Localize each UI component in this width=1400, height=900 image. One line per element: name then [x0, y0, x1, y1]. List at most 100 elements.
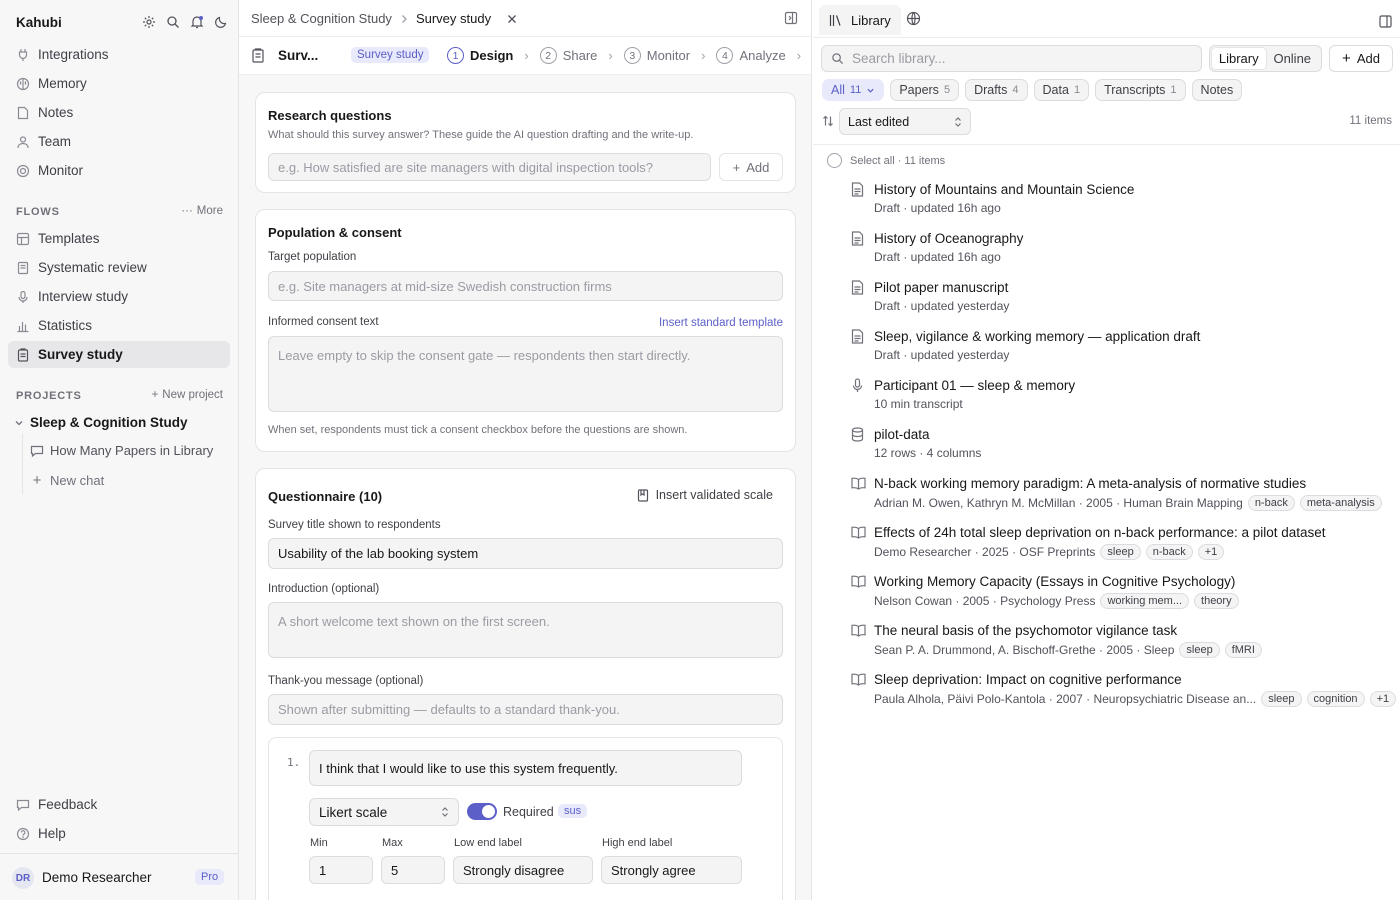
survey-name[interactable]: Surv... — [278, 48, 318, 63]
library-search-input[interactable]: Search library... — [821, 45, 1202, 72]
chip-data[interactable]: Data 1 — [1033, 79, 1090, 101]
plus-icon: + — [1342, 50, 1351, 67]
insert-scale-button[interactable]: Insert validated scale — [637, 488, 773, 502]
globe-icon[interactable] — [906, 11, 921, 26]
sort-select[interactable]: Last edited — [839, 108, 971, 135]
question-text-input[interactable]: I think that I would like to use this sy… — [309, 750, 742, 786]
search-icon[interactable] — [166, 15, 180, 29]
low-end-label: Low end label — [454, 837, 522, 849]
consent-textarea[interactable]: Leave empty to skip the consent gate — r… — [268, 336, 783, 412]
library-item[interactable]: pilot-data 12 rows · 4 columns — [851, 427, 1391, 467]
library-add-button[interactable]: + Add — [1329, 45, 1393, 72]
feedback-link[interactable]: Feedback — [8, 791, 230, 818]
tag[interactable]: theory — [1194, 593, 1239, 609]
nav-memory[interactable]: Memory — [8, 70, 230, 97]
book-icon — [851, 575, 866, 588]
flow-statistics[interactable]: Statistics — [8, 312, 230, 339]
help-link[interactable]: Help — [8, 820, 230, 847]
consent-label: Informed consent text — [268, 316, 379, 328]
library-item[interactable]: Effects of 24h total sleep deprivation o… — [851, 525, 1391, 565]
step-design[interactable]: 1 Design — [447, 47, 513, 64]
select-all[interactable]: Select all · 11 items — [827, 153, 945, 168]
collapse-panel-icon[interactable] — [1379, 15, 1392, 28]
item-count: 11 items — [1349, 115, 1392, 127]
tag[interactable]: n-back — [1145, 544, 1193, 560]
moon-icon[interactable] — [214, 15, 228, 29]
max-input[interactable]: 5 — [381, 856, 445, 884]
step-analyze[interactable]: 4 Analyze — [716, 47, 786, 64]
library-item-title: Sleep deprivation: Impact on cognitive p… — [874, 672, 1182, 687]
library-item[interactable]: Sleep, vigilance & working memory — appl… — [851, 329, 1391, 369]
survey-title-input[interactable]: Usability of the lab booking system — [268, 538, 783, 569]
library-item-meta: Draft · updated yesterday — [874, 299, 1010, 313]
flow-interview-study[interactable]: Interview study — [8, 283, 230, 310]
library-item[interactable]: Working Memory Capacity (Essays in Cogni… — [851, 574, 1391, 614]
required-toggle[interactable] — [467, 803, 497, 820]
seg-online[interactable]: Online — [1266, 48, 1320, 69]
research-questions-subtitle: What should this survey answer? These gu… — [268, 129, 694, 141]
thanks-input[interactable]: Shown after submitting — defaults to a s… — [268, 694, 783, 725]
sort-icon[interactable] — [822, 115, 834, 127]
library-item[interactable]: History of Mountains and Mountain Scienc… — [851, 182, 1391, 222]
low-end-input[interactable]: Strongly disagree — [453, 856, 593, 884]
select-all-checkbox[interactable] — [827, 153, 842, 168]
notification-bell-icon[interactable] — [190, 15, 204, 29]
step-share[interactable]: 2 Share — [539, 47, 597, 64]
high-end-label: High end label — [602, 837, 673, 849]
tag[interactable]: sleep — [1179, 642, 1220, 658]
flow-systematic-review[interactable]: Systematic review — [8, 254, 230, 281]
chat-icon — [30, 444, 44, 458]
tag[interactable]: meta-analysis — [1299, 495, 1382, 511]
research-question-input[interactable]: e.g. How satisfied are site managers wit… — [268, 153, 711, 181]
seg-library[interactable]: Library — [1212, 48, 1266, 69]
chip-papers[interactable]: Papers 5 — [890, 79, 960, 101]
insert-template-link[interactable]: Insert standard template — [659, 317, 783, 329]
chip-all[interactable]: All 11 — [822, 79, 885, 101]
survey-editor: Sleep & Cognition Study Survey study Sur… — [239, 0, 812, 900]
high-end-input[interactable]: Strongly agree — [601, 856, 742, 884]
min-input[interactable]: 1 — [309, 856, 373, 884]
project-chat-item[interactable]: How Many Papers in Library — [30, 443, 213, 458]
breadcrumb-project[interactable]: Sleep & Cognition Study — [251, 11, 392, 26]
tag[interactable]: fMRI — [1224, 642, 1262, 658]
library-tab[interactable]: Library — [819, 5, 901, 35]
library-tabbar: Library — [813, 0, 1400, 38]
close-icon[interactable] — [507, 14, 517, 24]
nav-monitor[interactable]: Monitor — [8, 157, 230, 184]
library-item[interactable]: Participant 01 — sleep & memory 10 min tr… — [851, 378, 1391, 418]
library-item-meta: Draft · updated 16h ago — [874, 201, 1001, 215]
step-monitor[interactable]: 3 Monitor — [623, 47, 690, 64]
question-type-select[interactable]: Likert scale — [309, 798, 459, 826]
nav-integrations[interactable]: Integrations — [8, 41, 230, 68]
flow-survey-study[interactable]: Survey study — [8, 341, 230, 368]
nav-notes[interactable]: Notes — [8, 99, 230, 126]
chip-notes[interactable]: Notes — [1191, 79, 1243, 101]
tag[interactable]: sleep — [1100, 544, 1141, 560]
flow-templates[interactable]: Templates — [8, 225, 230, 252]
projects-label: PROJECTS — [16, 390, 82, 402]
nav-team[interactable]: Team — [8, 128, 230, 155]
library-item[interactable]: The neural basis of the psychomotor vigi… — [851, 623, 1391, 663]
user-footer[interactable]: DR Demo Researcher Pro — [0, 853, 238, 900]
tag[interactable]: +1 — [1197, 544, 1225, 560]
chip-transcripts[interactable]: Transcripts 1 — [1095, 79, 1186, 101]
toggle-panel-icon[interactable] — [784, 11, 798, 25]
tag[interactable]: working mem... — [1100, 593, 1190, 609]
library-item[interactable]: Sleep deprivation: Impact on cognitive p… — [851, 672, 1397, 712]
tag[interactable]: n-back — [1247, 495, 1295, 511]
library-item[interactable]: History of Oceanography Draft · updated 1… — [851, 231, 1391, 271]
new-project-button[interactable]: + New project — [152, 389, 223, 401]
library-item[interactable]: Pilot paper manuscript Draft · updated ye… — [851, 280, 1391, 320]
project-sleep-cognition[interactable]: Sleep & Cognition Study — [14, 415, 188, 430]
intro-textarea[interactable]: A short welcome text shown on the first … — [268, 602, 783, 658]
tag[interactable]: +1 — [1369, 691, 1397, 707]
new-chat-button[interactable]: + New chat — [30, 472, 105, 489]
library-item[interactable]: N-back working memory paradigm: A meta-a… — [851, 476, 1391, 516]
tag[interactable]: sleep — [1261, 691, 1302, 707]
flows-more-button[interactable]: ··· More — [181, 205, 223, 217]
settings-icon[interactable] — [142, 15, 156, 29]
chip-drafts[interactable]: Drafts 4 — [965, 79, 1028, 101]
add-question-button[interactable]: + Add — [719, 153, 783, 181]
target-population-input[interactable]: e.g. Site managers at mid-size Swedish c… — [268, 271, 783, 301]
tag[interactable]: cognition — [1306, 691, 1365, 707]
